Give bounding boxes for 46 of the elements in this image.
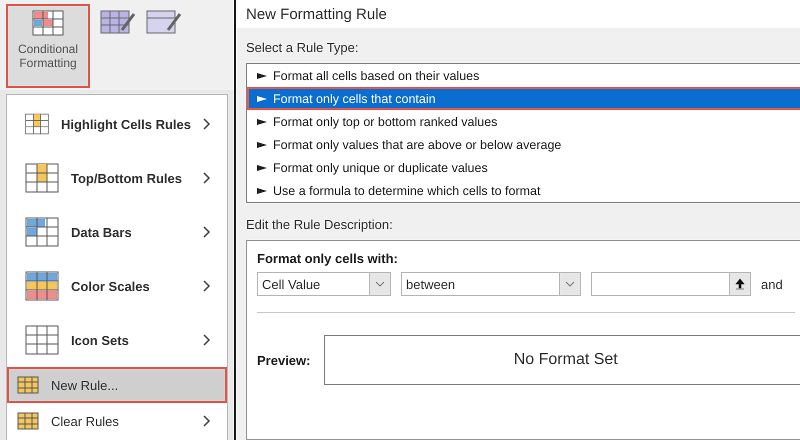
preview-label: Preview: — [257, 352, 310, 368]
pointer-icon — [257, 164, 267, 172]
dialog-title: New Formatting Rule — [236, 0, 800, 28]
rule-type-item[interactable]: Format only unique or duplicate values — [247, 156, 800, 179]
upload-arrow-icon — [735, 278, 745, 290]
table-icon — [25, 325, 59, 355]
chevron-icon — [203, 415, 211, 427]
table-icon — [25, 271, 59, 301]
menu-item[interactable]: Highlight Cells Rules — [7, 97, 227, 151]
section-heading: Format only cells with: — [257, 251, 399, 266]
table-icon — [17, 376, 39, 394]
chevron-down-icon — [375, 281, 385, 287]
preview-box: No Format Set — [324, 335, 800, 385]
menu-item[interactable]: Clear Rules — [7, 403, 227, 439]
section-label: Select a Rule Type: — [246, 40, 360, 55]
table-icon — [25, 163, 59, 193]
chevron-icon — [203, 172, 211, 184]
pointer-icon — [257, 72, 267, 80]
menu-item[interactable]: Top/Bottom Rules — [7, 151, 227, 205]
menu-item[interactable]: New Rule... — [7, 367, 227, 403]
value-field[interactable] — [591, 272, 751, 296]
menu-item[interactable]: Data Bars — [7, 205, 227, 259]
section-label: Edit the Rule Description: — [246, 217, 394, 232]
and-label: and — [761, 276, 783, 292]
chevron-icon — [203, 334, 211, 346]
chevron-icon — [203, 226, 211, 238]
conditional-formatting-button[interactable]: Conditional Formatting — [6, 4, 90, 88]
table-icon — [25, 217, 59, 247]
operator-dropdown[interactable]: between — [401, 272, 581, 296]
menu-item[interactable]: Color Scales — [7, 259, 227, 313]
rule-type-item[interactable]: Format only top or bottom ranked values — [247, 110, 800, 133]
rule-type-item[interactable]: Format only values that are above or below average — [247, 133, 800, 156]
rule-type-item[interactable]: Use a formula to determine which cells to format — [247, 179, 800, 202]
rule-type-item[interactable]: Format all cells based on their values — [247, 64, 800, 87]
pointer-icon — [257, 186, 267, 194]
chevron-down-icon — [565, 281, 575, 287]
table-icon — [17, 412, 39, 430]
chevron-icon — [203, 280, 211, 292]
menu-item[interactable]: Icon Sets — [7, 313, 227, 367]
pointer-icon — [257, 140, 267, 148]
pointer-icon — [257, 94, 267, 102]
condition-dropdown[interactable]: Cell Value — [257, 272, 391, 296]
chevron-icon — [203, 118, 211, 130]
pointer-icon — [257, 118, 267, 126]
rule-type-item[interactable]: Format only cells that contain — [247, 87, 800, 110]
table-icon — [32, 10, 64, 36]
